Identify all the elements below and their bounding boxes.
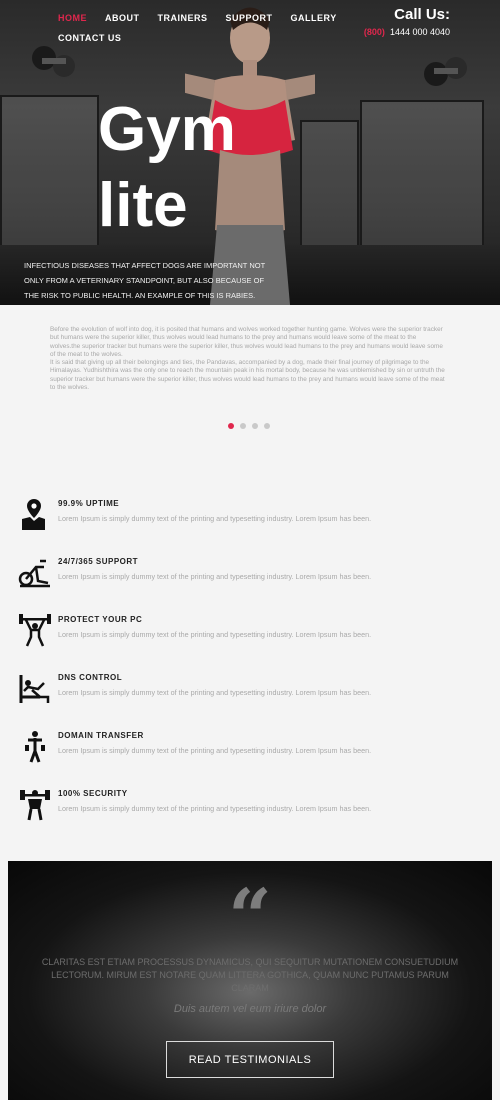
dumbbell-right-icon — [424, 57, 467, 86]
feature-title: 99.9% UPTIME — [58, 499, 120, 508]
nav-trainers[interactable]: TRAINERS — [158, 13, 208, 23]
feature-text: Lorem Ipsum is simply dummy text of the … — [58, 688, 372, 697]
testimonial-text: Claritas est etiam processus dynamicus, … — [41, 957, 459, 993]
feature-item: DOMAIN TRANSFER Lorem Ipsum is simply du… — [18, 729, 438, 769]
nav-support[interactable]: SUPPORT — [226, 13, 273, 23]
feature-item: 24/7/365 SUPPORT Lorem Ipsum is simply d… — [18, 555, 438, 595]
testimonial-section: “ Claritas est etiam processus dynamicus… — [8, 861, 492, 1100]
testimonial-emphasis: Duis autem vel eum iriure dolor — [173, 1003, 327, 1015]
quote-icon: “ — [228, 872, 272, 961]
slider-dot[interactable] — [228, 423, 234, 429]
feature-item: PROTECT YOUR PC Lorem Ipsum is simply du… — [18, 613, 438, 653]
hero-banner: HOME ABOUT TRAINERS SUPPORT GALLERY CONTACT … — [0, 0, 500, 305]
feature-title: PROTECT YOUR PC — [58, 615, 143, 624]
dumbbell-person-icon — [25, 731, 45, 763]
feature-title: DOMAIN TRANSFER — [58, 731, 144, 740]
read-testimonials-button[interactable]: READ TESTIMONIALS — [166, 1041, 334, 1078]
feature-item: 100% SECURITY Lorem Ipsum is simply dumm… — [18, 787, 438, 827]
hero-description: Infectious diseases that affect dogs are… — [24, 261, 266, 300]
phone-area-code: (800) — [363, 27, 385, 37]
feature-title: DNS CONTROL — [58, 673, 123, 682]
feature-item: DNS CONTROL Lorem Ipsum is simply dummy … — [18, 671, 438, 711]
hero-window — [0, 95, 99, 269]
feature-title: 24/7/365 SUPPORT — [58, 557, 139, 566]
map-pin-icon — [22, 499, 45, 530]
call-us: Call Us: (800) 1444 000 4040 — [364, 6, 450, 37]
phone-number[interactable]: (800) 1444 000 4040 — [364, 27, 450, 37]
bench-press-icon — [19, 675, 50, 703]
main-nav: HOME ABOUT TRAINERS SUPPORT GALLERY CONTACT … — [58, 13, 358, 53]
intro-paragraph-1: Before the evolution of wolf into dog, i… — [50, 326, 443, 358]
feature-title: 100% SECURITY — [58, 789, 128, 798]
call-us-label: Call Us: — [394, 6, 450, 23]
weightlifter-icon — [19, 614, 51, 647]
hero-title-line2: lite — [98, 171, 188, 240]
feature-text: Lorem Ipsum is simply dummy text of the … — [58, 746, 372, 755]
hero-title-line1: Gym — [98, 95, 236, 164]
feature-item: 99.9% UPTIME Lorem Ipsum is simply dummy… — [18, 497, 438, 537]
slider-dot[interactable] — [240, 423, 246, 429]
nav-about[interactable]: ABOUT — [105, 13, 140, 23]
intro-paragraph-2: It is said that giving up all their belo… — [50, 359, 445, 392]
feature-text: Lorem Ipsum is simply dummy text of the … — [58, 630, 372, 639]
nav-home[interactable]: HOME — [58, 13, 87, 23]
intro-text: Before the evolution of wolf into dog, i… — [50, 326, 445, 392]
feature-text: Lorem Ipsum is simply dummy text of the … — [58, 572, 372, 581]
phone-digits: 1444 000 4040 — [389, 27, 450, 37]
feature-text: Lorem Ipsum is simply dummy text of the … — [58, 804, 372, 813]
nav-contact-us[interactable]: CONTACT US — [58, 33, 121, 43]
slider-dot[interactable] — [264, 423, 270, 429]
strongman-icon — [20, 790, 50, 821]
slider-dots — [228, 423, 270, 429]
exercise-bike-icon — [18, 559, 50, 588]
slider-dot[interactable] — [252, 423, 258, 429]
nav-gallery[interactable]: GALLERY — [291, 13, 337, 23]
hero-title: Gym lite — [98, 92, 236, 244]
feature-text: Lorem Ipsum is simply dummy text of the … — [58, 514, 372, 523]
